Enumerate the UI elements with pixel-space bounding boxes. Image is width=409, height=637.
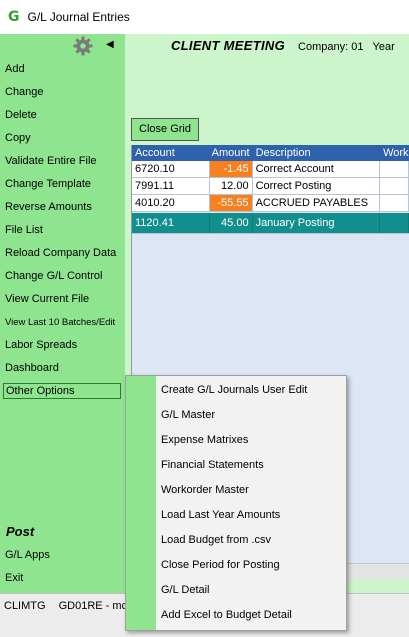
context-menu-list: Create G/L Journals User Edit G/L Master…	[126, 378, 346, 628]
sidebar-item-label: View Current File	[5, 293, 90, 305]
page-header: CLIENT MEETING Company: 01 Year	[171, 38, 395, 53]
sidebar-item-delete[interactable]: Delete	[0, 104, 125, 127]
sidebar-item-reload-company-data[interactable]: Reload Company Data	[0, 242, 125, 265]
column-header-account[interactable]: Account	[132, 145, 210, 161]
sidebar-item-label: Copy	[5, 132, 31, 144]
other-options-menu: Create G/L Journals User Edit G/L Master…	[125, 375, 347, 631]
title-bar: G G/L Journal Entries	[0, 0, 409, 34]
window-title: G/L Journal Entries	[27, 10, 130, 24]
table-row[interactable]: 4010.20 -55.55 ACCRUED PAYABLES	[132, 195, 409, 212]
table-row[interactable]: 6720.10 -1.45 Correct Account	[132, 161, 409, 178]
cell-description[interactable]: Correct Account	[253, 161, 381, 177]
menu-item-label: Financial Statements	[161, 459, 264, 471]
sidebar-item-label: Change	[5, 86, 44, 98]
sidebar-item-label: Add	[5, 63, 25, 75]
sidebar-item-validate-entire-file[interactable]: Validate Entire File	[0, 150, 125, 173]
cell-account[interactable]: 4010.20	[132, 195, 210, 211]
cell-account[interactable]: 7991.11	[132, 178, 210, 194]
sidebar-item-change-template[interactable]: Change Template	[0, 173, 125, 196]
cell-description[interactable]: Correct Posting	[253, 178, 381, 194]
sidebar-item-label: Change Template	[5, 178, 92, 190]
menu-item-label: Add Excel to Budget Detail	[161, 609, 292, 621]
status-text: CLIMTG GD01RE - mc	[4, 600, 137, 612]
sidebar-item-label: Reload Company Data	[5, 247, 117, 259]
sidebar-item-change-gl-control[interactable]: Change G/L Control	[0, 265, 125, 288]
menu-item-add-excel-to-budget-detail[interactable]: Add Excel to Budget Detail	[126, 603, 346, 628]
collapse-sidebar-icon[interactable]: ◀	[106, 39, 114, 50]
post-heading: Post	[6, 524, 35, 539]
sidebar-item-label: Reverse Amounts	[5, 201, 92, 213]
sidebar-item-other-options[interactable]: Other Options	[3, 383, 121, 399]
menu-item-label: Load Last Year Amounts	[161, 509, 281, 521]
cell-account[interactable]: 6720.10	[132, 161, 210, 177]
sidebar-item-add[interactable]: Add	[0, 58, 125, 81]
company-label: Company: 01	[298, 41, 364, 53]
menu-item-label: Expense Matrixes	[161, 434, 249, 446]
menu-item-label: G/L Detail	[161, 584, 210, 596]
menu-item-label: Create G/L Journals User Edit	[161, 384, 308, 396]
cell-work[interactable]	[380, 161, 409, 177]
menu-item-label: Workorder Master	[161, 484, 249, 496]
year-label: Year	[372, 41, 395, 53]
menu-item-financial-statements[interactable]: Financial Statements	[126, 453, 346, 478]
table-row[interactable]: 7991.11 12.00 Correct Posting	[132, 178, 409, 195]
menu-item-gl-detail[interactable]: G/L Detail	[126, 578, 346, 603]
sidebar-item-view-current-file[interactable]: View Current File	[0, 288, 125, 311]
sidebar-item-reverse-amounts[interactable]: Reverse Amounts	[0, 196, 125, 219]
menu-item-label: G/L Master	[161, 409, 215, 421]
sidebar-item-label: Change G/L Control	[5, 270, 103, 282]
sidebar-item-label: Dashboard	[5, 362, 59, 374]
cell-description[interactable]: ACCRUED PAYABLES	[253, 195, 381, 211]
sidebar-item-gl-apps[interactable]: G/L Apps	[0, 544, 125, 567]
sidebar-item-exit[interactable]: Exit	[0, 567, 125, 590]
sidebar-bottom-menu: G/L Apps Exit	[0, 544, 125, 590]
cell-amount[interactable]: 45.00	[210, 213, 253, 233]
status-client-code: CLIMTG	[4, 600, 46, 612]
gear-icon[interactable]	[73, 36, 93, 56]
sidebar-item-label: Exit	[5, 572, 24, 584]
sidebar-item-label: Labor Spreads	[5, 339, 78, 351]
column-header-amount[interactable]: Amount	[210, 145, 253, 161]
menu-item-label: Load Budget from .csv	[161, 534, 272, 546]
table-row-selected[interactable]: 1120.41 45.00 January Posting	[132, 213, 409, 234]
close-grid-button[interactable]: Close Grid	[131, 118, 199, 141]
sidebar-item-label: Other Options	[6, 385, 75, 397]
sidebar-item-label: Validate Entire File	[5, 155, 97, 167]
menu-item-close-period-for-posting[interactable]: Close Period for Posting	[126, 553, 346, 578]
cell-work[interactable]	[380, 195, 409, 211]
sidebar-item-dashboard[interactable]: Dashboard	[0, 357, 125, 380]
column-header-description[interactable]: Description	[253, 145, 381, 161]
menu-item-load-budget-from-csv[interactable]: Load Budget from .csv	[126, 528, 346, 553]
cell-amount[interactable]: -55.55	[209, 195, 253, 211]
menu-item-expense-matrixes[interactable]: Expense Matrixes	[126, 428, 346, 453]
status-program: GD01RE - mc	[58, 600, 128, 612]
menu-item-load-last-year-amounts[interactable]: Load Last Year Amounts	[126, 503, 346, 528]
sidebar-menu: Add Change Delete Copy Validate Entire F…	[0, 58, 125, 403]
column-header-work[interactable]: Work	[380, 145, 409, 161]
page-title: CLIENT MEETING	[171, 38, 285, 53]
sidebar-item-label: G/L Apps	[5, 549, 50, 561]
sidebar-item-label: Delete	[5, 109, 37, 121]
sidebar-item-label: File List	[5, 224, 43, 236]
sidebar-item-file-list[interactable]: File List	[0, 219, 125, 242]
menu-item-label: Close Period for Posting	[161, 559, 280, 571]
cell-amount[interactable]: 12.00	[210, 178, 253, 194]
menu-item-create-gl-journals-user-edit[interactable]: Create G/L Journals User Edit	[126, 378, 346, 403]
sidebar: ◀ Add Change Delete Copy Validate Entire…	[0, 34, 125, 593]
cell-account[interactable]: 1120.41	[132, 213, 210, 233]
sidebar-item-view-last-10-batches[interactable]: View Last 10 Batches/Edit	[0, 311, 125, 334]
cell-work[interactable]	[380, 178, 409, 194]
cell-description[interactable]: January Posting	[253, 213, 381, 233]
menu-item-gl-master[interactable]: G/L Master	[126, 403, 346, 428]
grid-header: Account Amount Description Work	[132, 145, 409, 161]
app-logo-icon: G	[8, 9, 20, 25]
cell-amount[interactable]: -1.45	[209, 161, 253, 177]
cell-work[interactable]	[380, 213, 409, 233]
sidebar-item-copy[interactable]: Copy	[0, 127, 125, 150]
sidebar-item-change[interactable]: Change	[0, 81, 125, 104]
menu-item-workorder-master[interactable]: Workorder Master	[126, 478, 346, 503]
sidebar-item-labor-spreads[interactable]: Labor Spreads	[0, 334, 125, 357]
sidebar-item-label: View Last 10 Batches/Edit	[5, 317, 116, 328]
